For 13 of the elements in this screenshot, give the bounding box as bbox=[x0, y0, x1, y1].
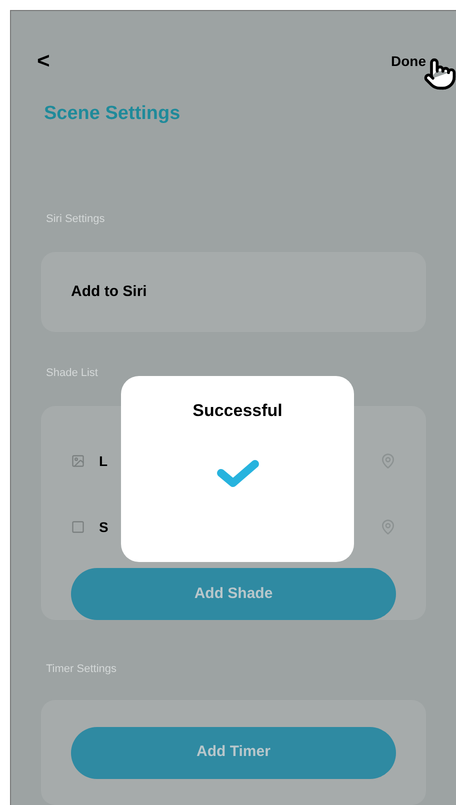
dialog-title: Successful bbox=[192, 400, 282, 422]
page-title: Scene Settings bbox=[44, 102, 180, 124]
shade-name: S bbox=[99, 518, 108, 537]
pin-icon[interactable] bbox=[380, 453, 396, 470]
shade-name: L bbox=[99, 452, 108, 471]
shade-icon bbox=[71, 520, 85, 534]
shade-icon bbox=[71, 454, 85, 468]
checkmark-icon bbox=[216, 458, 260, 490]
pin-icon[interactable] bbox=[380, 519, 396, 536]
done-button[interactable]: Done bbox=[391, 50, 426, 72]
add-to-siri-label: Add to Siri bbox=[71, 282, 147, 302]
siri-card[interactable]: Add to Siri bbox=[41, 252, 426, 332]
back-button[interactable]: < bbox=[37, 50, 50, 72]
